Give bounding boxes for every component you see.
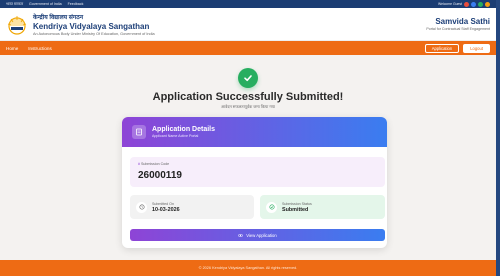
application-button[interactable]: Application — [424, 43, 460, 53]
success-subtitle: आवेदन सफलतापूर्वक जमा किया गया — [221, 104, 275, 109]
card-title: Application Details — [152, 126, 216, 133]
site-subtitle: An Autonomous Body Under Ministry Of Edu… — [33, 31, 155, 36]
nav-instructions[interactable]: Instructions — [28, 46, 52, 51]
application-details-card: Application Details Applicant Name Activ… — [122, 117, 387, 248]
document-icon — [132, 125, 146, 139]
portal-subtitle: Portal for Contractual Staff Engagement — [426, 27, 490, 31]
footer-text: © 2026 Kendriya Vidyalaya Sangathan. All… — [198, 266, 298, 270]
site-header: केन्द्रीय विद्यालय संगठन Kendriya Vidyal… — [0, 8, 496, 41]
card-subtitle: Applicant Name Active Portal — [152, 134, 199, 138]
status-check-icon — [266, 201, 277, 213]
kvs-logo-icon — [7, 16, 27, 35]
submission-code-box: # Submission Code 26000119 — [130, 157, 385, 187]
eye-icon — [238, 233, 244, 237]
card-header: Application Details Applicant Name Activ… — [122, 117, 387, 147]
site-title: Kendriya Vidyalaya Sangathan — [33, 21, 150, 31]
portal-title: Samvida Sathi — [435, 17, 490, 26]
page-footer: © 2026 Kendriya Vidyalaya Sangathan. All… — [0, 260, 496, 276]
success-title: Application Successfully Submitted! — [152, 91, 344, 103]
page-viewport: भारत सरकार Government of India Feedback … — [0, 0, 496, 276]
submission-status-box: Submission Status Submitted — [260, 195, 385, 219]
accessibility-dot-green[interactable] — [478, 1, 483, 7]
calendar-icon — [136, 201, 147, 213]
nav-home[interactable]: Home — [6, 46, 18, 51]
brand[interactable]: केन्द्रीय विद्यालय संगठन Kendriya Vidyal… — [6, 13, 155, 36]
submission-status-label: Submission Status — [282, 201, 312, 206]
submitted-date-box: Submitted On 10-03-2026 — [130, 195, 254, 219]
topbar-link-gov-hindi[interactable]: भारत सरकार — [6, 2, 23, 7]
main-nav: Home Instructions Application Logout — [0, 41, 496, 55]
hash-icon: # — [138, 162, 140, 166]
submission-code-value: 26000119 — [138, 170, 182, 181]
top-utility-bar: भारत सरकार Government of India Feedback … — [0, 0, 496, 8]
topbar-link-feedback[interactable]: Feedback — [68, 2, 84, 7]
submission-status-value: Submitted — [282, 206, 309, 213]
success-check-icon — [238, 68, 258, 88]
page-scrollbar[interactable] — [496, 0, 500, 276]
welcome-text: Welcome Guest — [437, 2, 462, 6]
submission-code-label: # Submission Code — [138, 162, 170, 166]
submitted-date-label: Submitted On — [152, 201, 174, 206]
accessibility-dot-blue[interactable] — [471, 1, 476, 7]
logout-button[interactable]: Logout — [463, 43, 490, 53]
accessibility-dot-orange[interactable] — [485, 1, 490, 7]
accessibility-dot-red[interactable] — [464, 1, 469, 7]
view-application-label: View Application — [246, 232, 277, 238]
title-hindi: केन्द्रीय विद्यालय संगठन — [33, 14, 84, 21]
view-application-button[interactable]: View Application — [130, 229, 385, 241]
topbar-link-gov[interactable]: Government of India — [29, 2, 62, 7]
submitted-date-value: 10-03-2026 — [152, 206, 180, 213]
